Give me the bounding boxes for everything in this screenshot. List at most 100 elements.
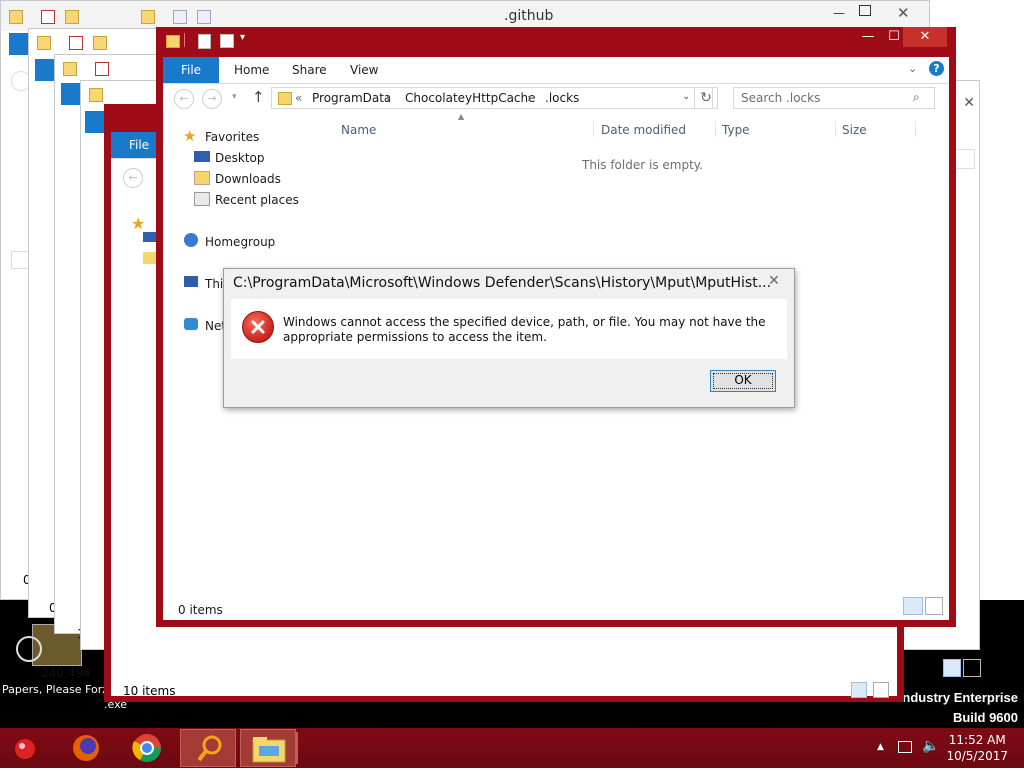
desktop-icon-caption[interactable]: Papers, Please Forza [2, 683, 115, 696]
dialog-title: C:\ProgramData\Microsoft\Windows Defende… [233, 275, 772, 291]
column-divider[interactable] [835, 121, 836, 137]
desktop-icon [143, 232, 157, 242]
new-folder-icon[interactable] [65, 10, 79, 24]
refresh-icon[interactable]: ↻ [694, 87, 718, 109]
large-icons-view-icon[interactable] [925, 597, 943, 615]
column-header-type[interactable]: Type [722, 123, 750, 137]
file-tab[interactable] [61, 83, 81, 105]
error-icon [242, 311, 274, 343]
file-tab[interactable] [35, 59, 55, 81]
help-icon[interactable]: ? [929, 61, 944, 76]
clock-time: 11:52 AM [948, 733, 1006, 747]
thumbnails-view-icon[interactable] [873, 682, 889, 698]
file-explorer-icon[interactable] [240, 729, 296, 767]
downloads-icon [143, 252, 157, 264]
column-divider[interactable] [593, 121, 594, 137]
firefox-icon[interactable] [58, 729, 114, 767]
address-bar[interactable]: « ProgramData › ChocolateyHttpCache › .l… [271, 87, 713, 109]
network-icon [184, 318, 198, 330]
new-folder-icon[interactable] [197, 10, 211, 24]
details-view-icon[interactable] [903, 597, 923, 615]
details-view-icon[interactable] [851, 682, 867, 698]
folder-icon [63, 62, 77, 76]
properties-icon[interactable] [173, 10, 187, 24]
search-input[interactable]: Search .locks [733, 87, 935, 109]
homegroup-icon [184, 233, 198, 247]
folder-icon [9, 10, 23, 24]
clock-date: 10/5/2017 [946, 749, 1008, 763]
desktop-shortcut-icon[interactable] [16, 636, 42, 662]
dialog-content: Windows cannot access the specified devi… [231, 299, 787, 359]
taskbar-stack-edge [296, 732, 298, 764]
folder-icon [37, 36, 51, 50]
error-dialog[interactable]: C:\ProgramData\Microsoft\Windows Defende… [223, 268, 795, 408]
breadcrumb-separator-icon[interactable]: › [527, 91, 532, 105]
tab-home[interactable]: Home [234, 57, 269, 83]
status-count: 240,494 [41, 666, 91, 680]
sort-ascending-icon: ▲ [458, 112, 465, 121]
thumbnails-view-icon[interactable] [963, 659, 981, 677]
desktop-icon [194, 151, 210, 162]
volume-muted-icon[interactable]: 🔈 [922, 738, 939, 754]
nav-favorites[interactable]: Favorites [205, 130, 259, 144]
nav-homegroup[interactable]: Homegroup [205, 235, 275, 249]
this-pc-icon [184, 276, 198, 287]
nav-pane-item[interactable] [11, 251, 29, 269]
column-divider[interactable] [715, 121, 716, 137]
dialog-message: Windows cannot access the specified devi… [283, 315, 766, 344]
search-icon[interactable]: ⌕ [913, 90, 920, 105]
details-view-icon[interactable] [943, 659, 961, 677]
close-icon[interactable]: ✕ [963, 95, 975, 111]
address-dropdown-chevron-icon[interactable]: ⌄ [682, 91, 690, 102]
forward-icon[interactable]: → [202, 89, 222, 109]
properties-icon[interactable] [69, 36, 83, 50]
file-tab[interactable] [9, 33, 29, 55]
ribbon-expand-chevron-icon[interactable]: ⌄ [908, 62, 917, 75]
column-header-date-modified[interactable]: Date modified [601, 123, 686, 137]
status-item-count: 0 items [178, 603, 223, 617]
folder-icon [278, 92, 292, 105]
back-icon[interactable]: ← [123, 168, 143, 188]
chrome-icon[interactable] [118, 729, 174, 767]
column-header-size[interactable]: Size [842, 123, 867, 137]
nav-recent-places[interactable]: Recent places [215, 193, 299, 207]
properties-icon[interactable] [95, 62, 109, 76]
new-folder-icon[interactable] [220, 34, 234, 48]
column-divider[interactable] [915, 121, 916, 137]
dialog-close-icon[interactable]: ✕ [760, 271, 788, 291]
search-app-icon[interactable] [180, 729, 236, 767]
breadcrumb-chocolateyhttpcache[interactable]: ChocolateyHttpCache [405, 91, 536, 105]
start-button[interactable] [0, 729, 56, 767]
column-header-name[interactable]: Name [341, 123, 376, 137]
back-icon[interactable]: ← [174, 89, 194, 109]
tab-view[interactable]: View [350, 57, 378, 83]
properties-icon[interactable] [41, 10, 55, 24]
properties-icon[interactable] [198, 34, 211, 49]
tab-share[interactable]: Share [292, 57, 327, 83]
ok-button[interactable]: OK [710, 370, 776, 392]
nav-desktop[interactable]: Desktop [215, 151, 265, 165]
nav-downloads[interactable]: Downloads [215, 172, 281, 186]
minimize-icon[interactable]: — [833, 6, 845, 20]
up-icon[interactable]: ↑ [252, 88, 265, 106]
recent-locations-chevron-icon[interactable]: ▾ [232, 92, 237, 102]
minimize-icon[interactable]: — [856, 29, 880, 44]
breadcrumb-separator-icon[interactable]: › [386, 91, 391, 105]
folder-icon [89, 88, 103, 102]
action-center-icon[interactable] [898, 741, 912, 753]
breadcrumb-locks[interactable]: .locks [545, 91, 579, 105]
show-hidden-icons-icon[interactable]: ▲ [877, 742, 884, 752]
breadcrumb-overflow[interactable]: « [295, 91, 302, 105]
close-icon[interactable]: ✕ [897, 4, 910, 22]
downloads-icon [194, 171, 210, 185]
file-tab[interactable]: File [163, 57, 219, 83]
taskbar: ▲ 🔈 11:52 AM 10/5/2017 [0, 728, 1024, 768]
recent-places-icon [194, 192, 210, 206]
new-folder-icon[interactable] [93, 36, 107, 50]
breadcrumb-programdata[interactable]: ProgramData [312, 91, 391, 105]
favorites-star-icon: ★ [131, 214, 146, 233]
maximize-icon[interactable] [859, 5, 871, 16]
close-button[interactable]: ✕ [903, 27, 947, 47]
chevron-down-icon[interactable]: ▾ [240, 32, 245, 43]
taskbar-clock[interactable]: 11:52 AM 10/5/2017 [946, 732, 1008, 764]
